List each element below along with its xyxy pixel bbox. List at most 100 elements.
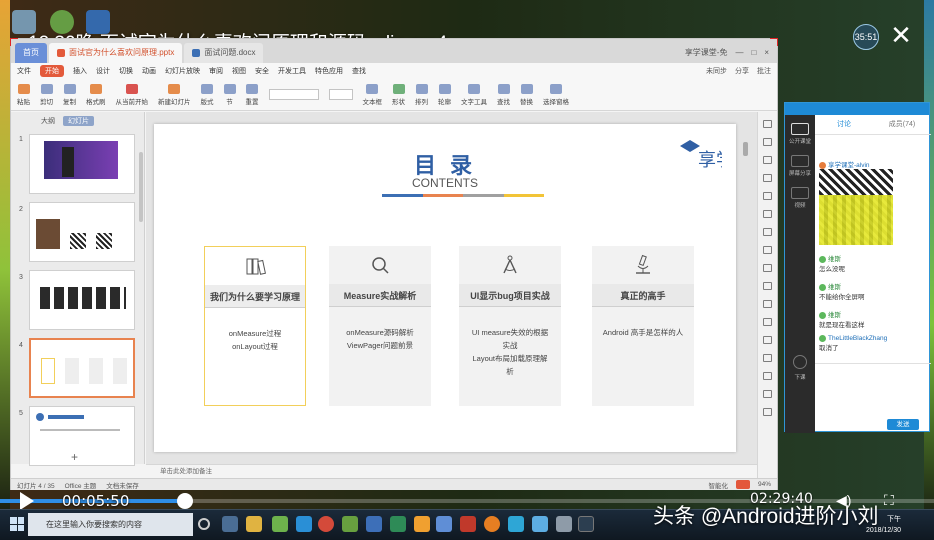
menu-view[interactable]: 视图 [232,66,246,76]
menu-find[interactable]: 查找 [352,66,366,76]
format-painter-button[interactable]: 格式刷 [86,83,106,106]
app-icon[interactable] [342,516,358,532]
tool-icon[interactable] [763,228,772,236]
tool-icon[interactable] [763,156,772,164]
tool-icon[interactable] [763,138,772,146]
close-icon[interactable]: ✕ [886,21,916,51]
video-icon[interactable] [791,187,809,199]
tool-icon[interactable] [763,246,772,254]
wechat-taskbar-icon[interactable] [272,516,288,532]
tool-icon[interactable] [763,210,772,218]
seek-knob[interactable] [177,493,194,509]
tool-icon[interactable] [763,336,772,344]
minimize-button[interactable]: — [735,48,743,57]
slide-thumbnail-1[interactable] [29,134,135,194]
app-icon[interactable] [436,516,452,532]
tool-icon[interactable] [763,354,772,362]
toc-card-4[interactable]: 真正的高手 Android 高手是怎样的人 [592,246,694,406]
current-slide[interactable]: 目 录 CONTENTS 享学 我们为什么要学习原理 [154,124,736,452]
canvas-scrollbar[interactable] [743,142,748,156]
app-icon[interactable] [414,516,430,532]
tool-icon[interactable] [763,192,772,200]
account-label[interactable]: 享学课堂-免 [685,47,728,58]
menu-insert[interactable]: 插入 [73,66,87,76]
section-button[interactable]: 节 [223,83,236,106]
play-icon[interactable] [20,492,34,510]
app-icon[interactable] [460,516,476,532]
tool-icon[interactable] [763,264,772,272]
play-from-current-button[interactable]: 从当前开始 [116,83,148,106]
slide-thumbnail-4[interactable] [29,338,135,398]
notes-pane[interactable]: 单击此处添加备注 [146,464,758,478]
menu-transition[interactable]: 切换 [119,66,133,76]
tab-outline[interactable]: 大纲 [41,116,55,126]
chrome-icon[interactable] [318,516,334,532]
menu-review[interactable]: 审阅 [209,66,223,76]
tab-docx[interactable]: 面试问题.docx [184,43,264,63]
menu-start[interactable]: 开始 [40,65,64,77]
task-view-icon[interactable] [222,516,238,532]
toc-card-1[interactable]: 我们为什么要学习原理 onMeasure过程 onLayout过程 [204,246,306,406]
power-icon[interactable] [793,355,807,369]
timer-badge[interactable]: 35:51 [853,24,879,50]
app-icon[interactable] [246,516,262,532]
tool-icon[interactable] [763,300,772,308]
app-icon[interactable] [508,516,524,532]
slideshow-play-button[interactable] [735,480,750,489]
menu-slideshow[interactable]: 幻灯片放映 [165,66,200,76]
tab-members[interactable]: 成员(74) [873,115,931,134]
outline-button[interactable]: 轮廓 [438,83,451,106]
toc-card-3[interactable]: UI显示bug项目实战 UI measure失效的根据 实战 Layout布局加… [459,246,561,406]
add-slide-button[interactable]: + [71,450,78,464]
maximize-button[interactable]: □ [751,48,756,57]
tool-icon[interactable] [763,372,772,380]
replace-button[interactable]: 替换 [520,83,533,106]
slide-thumbnail-2[interactable] [29,202,135,262]
layout-button[interactable]: 版式 [201,83,214,106]
menu-animation[interactable]: 动画 [142,66,156,76]
arrange-button[interactable]: 排列 [415,83,428,106]
reset-button[interactable]: 重置 [246,83,259,106]
tab-discussion[interactable]: 讨论 [815,115,873,134]
font-size-select[interactable] [328,89,353,100]
app-icon[interactable] [366,516,382,532]
fullscreen-icon[interactable]: ⛶ [884,492,894,509]
slide-thumbnail-5[interactable] [29,406,135,466]
zoom-level[interactable]: 94% [758,481,771,488]
font-family-select[interactable] [268,89,319,100]
app-icon[interactable] [390,516,406,532]
app-icon[interactable] [578,516,594,532]
tool-icon[interactable] [763,408,772,416]
screen-share-icon[interactable] [791,155,809,167]
tool-icon[interactable] [763,282,772,290]
paste-button[interactable]: 粘贴 [17,83,30,106]
new-slide-button[interactable]: 新建幻灯片 [158,83,191,106]
cortana-icon[interactable] [198,518,210,530]
app-icon[interactable] [556,516,572,532]
tool-icon[interactable] [763,174,772,182]
menu-security[interactable]: 安全 [255,66,269,76]
classroom-icon[interactable] [791,123,809,135]
thumbnail-scrollbar[interactable] [139,152,143,222]
sync-status[interactable]: 未同步 [706,66,727,76]
menu-dev-tools[interactable]: 开发工具 [278,66,306,76]
shape-button[interactable]: 形状 [392,83,405,106]
tab-home[interactable]: 首页 [15,43,47,63]
menu-file[interactable]: 文件 [17,66,31,76]
tab-pptx[interactable]: 面试官为什么喜欢问原理.pptx [49,43,183,63]
textbox-button[interactable]: 文本框 [363,83,382,106]
slide-thumbnail-3[interactable] [29,270,135,330]
tool-icon[interactable] [763,120,772,128]
tool-icon[interactable] [763,318,772,326]
text-tools-button[interactable]: 文字工具 [461,83,487,106]
windows-start-icon[interactable] [10,517,24,531]
taskbar-search[interactable]: 在这里输入你要搜索的内容 [28,513,193,536]
app-icon[interactable] [532,516,548,532]
toc-card-2[interactable]: Measure实战解析 onMeasure源码解析 ViewPager问题前景 [329,246,431,406]
share-button[interactable]: 分享 [735,66,749,76]
smart-mode[interactable]: 智能化 [708,480,728,490]
window-close-button[interactable]: × [764,48,769,57]
app-icon[interactable] [484,516,500,532]
cut-button[interactable]: 剪切 [40,83,53,106]
copy-button[interactable]: 复制 [63,83,76,106]
